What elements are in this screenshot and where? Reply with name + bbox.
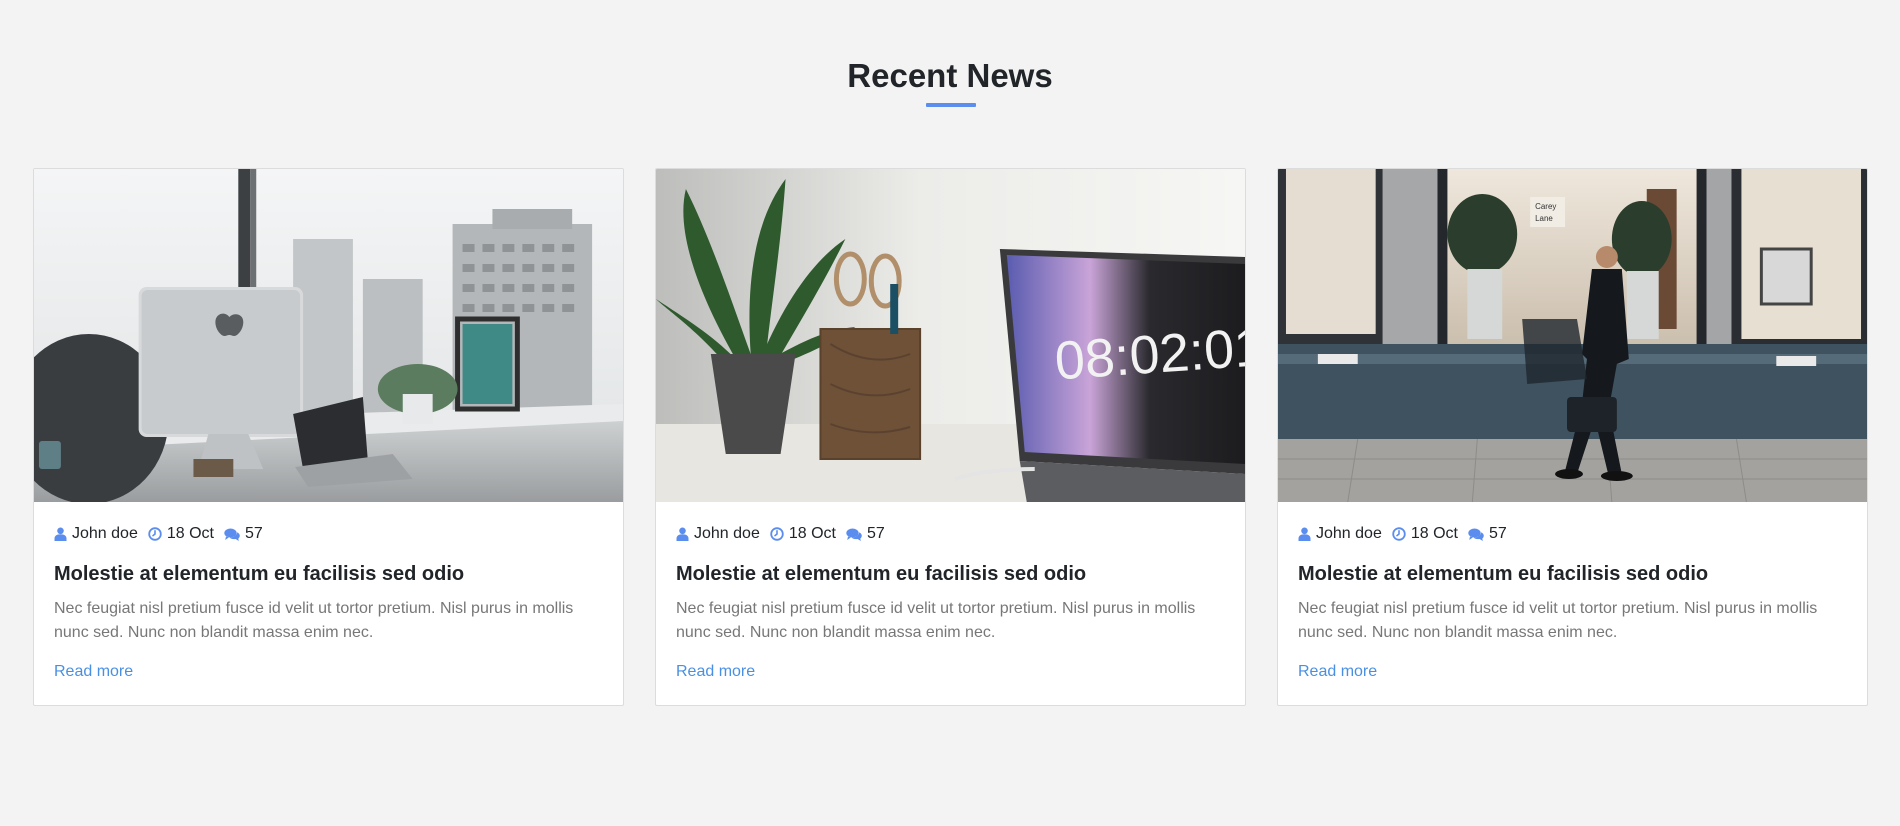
author-name[interactable]: John doe: [1316, 525, 1382, 543]
comment-count[interactable]: 57: [867, 525, 885, 543]
street-walker-photo: Carey Lane: [1278, 169, 1867, 502]
clock-icon: [1392, 527, 1406, 541]
author-meta: John doe: [1298, 525, 1382, 543]
author-meta: John doe: [54, 525, 138, 543]
comments-meta: 57: [1468, 525, 1507, 543]
post-date: 18 Oct: [166, 525, 214, 542]
date-meta: 18 Oct: [770, 525, 836, 543]
author-name[interactable]: John doe: [694, 525, 760, 543]
user-icon: [54, 527, 67, 541]
news-meta: John doe 18 Oct 57: [1298, 525, 1517, 543]
office-desk-photo: [34, 169, 623, 502]
date-meta: 18 Oct: [1392, 525, 1458, 543]
user-icon: [676, 527, 689, 541]
title-underline: [926, 103, 976, 107]
news-title[interactable]: Molestie at elementum eu facilisis sed o…: [676, 561, 1225, 587]
news-card-image[interactable]: Carey Lane: [1278, 169, 1867, 502]
clock-icon: [148, 527, 162, 541]
news-card-image[interactable]: 08:02:01: [656, 169, 1245, 502]
read-more-link[interactable]: Read more: [676, 663, 755, 681]
author-meta: John doe: [676, 525, 760, 543]
news-card-image[interactable]: [34, 169, 623, 502]
news-card: 08:02:01 John doe 18 Oct 57 Molestie at …: [655, 168, 1246, 706]
news-title[interactable]: Molestie at elementum eu facilisis sed o…: [54, 561, 603, 587]
date-meta: 18 Oct: [148, 525, 214, 543]
svg-text:Lane: Lane: [1535, 214, 1553, 223]
post-date: 18 Oct: [788, 525, 836, 542]
read-more-link[interactable]: Read more: [54, 663, 133, 681]
clock-icon: [770, 527, 784, 541]
comments-icon: [846, 528, 862, 541]
news-excerpt: Nec feugiat nisl pretium fusce id velit …: [1298, 600, 1818, 641]
author-name[interactable]: John doe: [72, 525, 138, 543]
section-title: Recent News: [847, 57, 1053, 94]
svg-text:Carey: Carey: [1535, 202, 1556, 211]
news-card: Carey Lane John doe 18 Oct 57 Molestie a…: [1277, 168, 1868, 706]
user-icon: [1298, 527, 1311, 541]
read-more-link[interactable]: Read more: [1298, 663, 1377, 681]
news-title[interactable]: Molestie at elementum eu facilisis sed o…: [1298, 561, 1847, 587]
news-excerpt: Nec feugiat nisl pretium fusce id velit …: [54, 600, 574, 641]
comments-icon: [224, 528, 240, 541]
comment-count[interactable]: 57: [245, 525, 263, 543]
comment-count[interactable]: 57: [1489, 525, 1507, 543]
news-card: John doe 18 Oct 57 Molestie at elementum…: [33, 168, 624, 706]
news-excerpt: Nec feugiat nisl pretium fusce id velit …: [676, 600, 1196, 641]
comments-meta: 57: [846, 525, 885, 543]
comments-icon: [1468, 528, 1484, 541]
post-date: 18 Oct: [1410, 525, 1458, 542]
laptop-clock-photo: 08:02:01: [656, 169, 1245, 502]
news-meta: John doe 18 Oct 57: [54, 525, 273, 543]
news-meta: John doe 18 Oct 57: [676, 525, 895, 543]
news-cards: John doe 18 Oct 57 Molestie at elementum…: [33, 168, 1868, 706]
recent-news-section: Recent News John doe 18 Oct 57 Molestie …: [0, 0, 1900, 826]
comments-meta: 57: [224, 525, 263, 543]
